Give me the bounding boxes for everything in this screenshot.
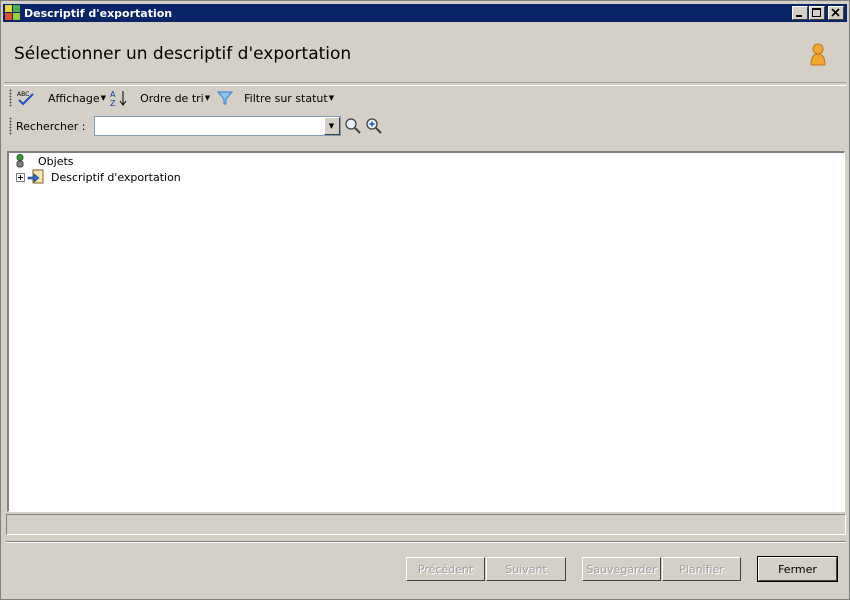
search-dropdown-button[interactable]: ▼ <box>323 117 340 135</box>
object-tree[interactable]: Objets Descriptif d'exportation <box>7 151 845 512</box>
title-bar[interactable]: Descriptif d'exportation <box>3 4 847 22</box>
footer-divider <box>6 541 846 543</box>
search-icon[interactable] <box>344 117 362 135</box>
sort-order-menu[interactable]: Ordre de tri ▼ <box>140 92 210 105</box>
sort-az-icon: A Z <box>110 90 127 107</box>
close-icon <box>831 8 840 17</box>
funnel-icon <box>217 91 234 105</box>
export-descriptor-icon <box>27 169 44 184</box>
abc-check-icon: ABC <box>17 91 34 106</box>
app-window: Descriptif d'exportation Sélectionner un… <box>0 0 850 600</box>
minimize-icon <box>796 15 802 17</box>
close-button[interactable]: Fermer <box>757 556 838 582</box>
svg-text:A: A <box>110 90 116 99</box>
toolbar-grip[interactable] <box>9 89 12 107</box>
previous-button[interactable]: Précédent <box>406 557 485 581</box>
save-button[interactable]: Sauvegarder <box>582 557 661 581</box>
tree-root[interactable]: Objets <box>14 153 74 169</box>
wizard-header: Sélectionner un descriptif d'exportation <box>4 25 846 83</box>
next-button[interactable]: Suivant <box>486 557 566 581</box>
user-icon <box>810 43 826 66</box>
maximize-icon <box>812 8 821 17</box>
maximize-button[interactable] <box>809 6 825 20</box>
search-input[interactable] <box>94 117 323 135</box>
display-label: Affichage <box>48 91 100 105</box>
toolbar: ABC Affichage ▼ A Z Ordre de tri ▼ Filtr… <box>4 86 340 110</box>
app-icon <box>5 5 21 21</box>
search-label: Rechercher : <box>16 119 86 133</box>
minimize-button[interactable] <box>792 6 808 20</box>
window-title: Descriptif d'exportation <box>24 6 173 20</box>
chevron-down-icon: ▼ <box>328 94 335 102</box>
expand-icon[interactable] <box>16 172 25 182</box>
search-combobox[interactable]: ▼ <box>93 116 341 136</box>
filter-button[interactable] <box>216 90 234 106</box>
chevron-down-icon: ▼ <box>328 122 335 130</box>
objects-icon <box>16 154 24 168</box>
status-filter-menu[interactable]: Filtre sur statut ▼ <box>244 92 334 105</box>
schedule-button[interactable]: Planifier <box>662 557 741 581</box>
status-bar <box>6 514 846 535</box>
svg-text:ABC: ABC <box>17 91 29 98</box>
search-toolbar: Rechercher : ▼ <box>4 114 383 138</box>
page-title: Sélectionner un descriptif d'exportation <box>14 44 352 64</box>
chevron-down-icon: ▼ <box>100 94 107 102</box>
spellcheck-button[interactable]: ABC <box>16 90 36 106</box>
tree-root-label: Objets <box>38 154 74 168</box>
tree-node-export-descriptor[interactable]: Descriptif d'exportation <box>16 169 181 185</box>
close-window-button[interactable] <box>828 6 844 20</box>
svg-text:Z: Z <box>110 99 116 107</box>
status-filter-label: Filtre sur statut <box>244 91 328 105</box>
advanced-search-icon[interactable] <box>365 117 383 135</box>
tree-node-label: Descriptif d'exportation <box>51 170 181 184</box>
chevron-down-icon: ▼ <box>204 94 211 102</box>
sort-az-button[interactable]: A Z <box>110 89 128 107</box>
display-menu[interactable]: Affichage ▼ <box>48 92 106 105</box>
sort-order-label: Ordre de tri <box>140 91 204 105</box>
toolbar-grip[interactable] <box>9 117 12 135</box>
toolbar-area: ABC Affichage ▼ A Z Ordre de tri ▼ Filtr… <box>4 85 846 149</box>
